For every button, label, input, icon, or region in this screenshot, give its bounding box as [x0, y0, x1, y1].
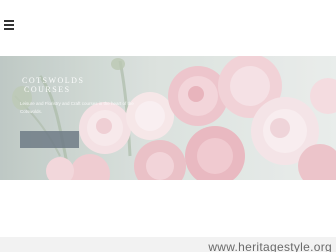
site-brand[interactable]: COTSWOLDS COURSES	[22, 76, 84, 94]
top-bar	[0, 0, 336, 55]
hero-cta-button[interactable]	[20, 131, 79, 148]
hero-overlay	[0, 56, 336, 180]
hamburger-menu-icon[interactable]	[4, 20, 14, 30]
hero-banner: COTSWOLDS COURSES Leisure and Floristry …	[0, 56, 336, 180]
footer: www.heritagestyle.org	[0, 181, 336, 252]
brand-line-2: COURSES	[24, 85, 71, 94]
page: COTSWOLDS COURSES Leisure and Floristry …	[0, 0, 336, 252]
hero-tagline: Leisure and Floristry and Craft courses …	[20, 101, 134, 114]
footer-domain[interactable]: www.heritagestyle.org	[208, 240, 332, 252]
brand-line-1: COTSWOLDS	[22, 76, 85, 85]
footer-strip: www.heritagestyle.org	[0, 237, 336, 252]
